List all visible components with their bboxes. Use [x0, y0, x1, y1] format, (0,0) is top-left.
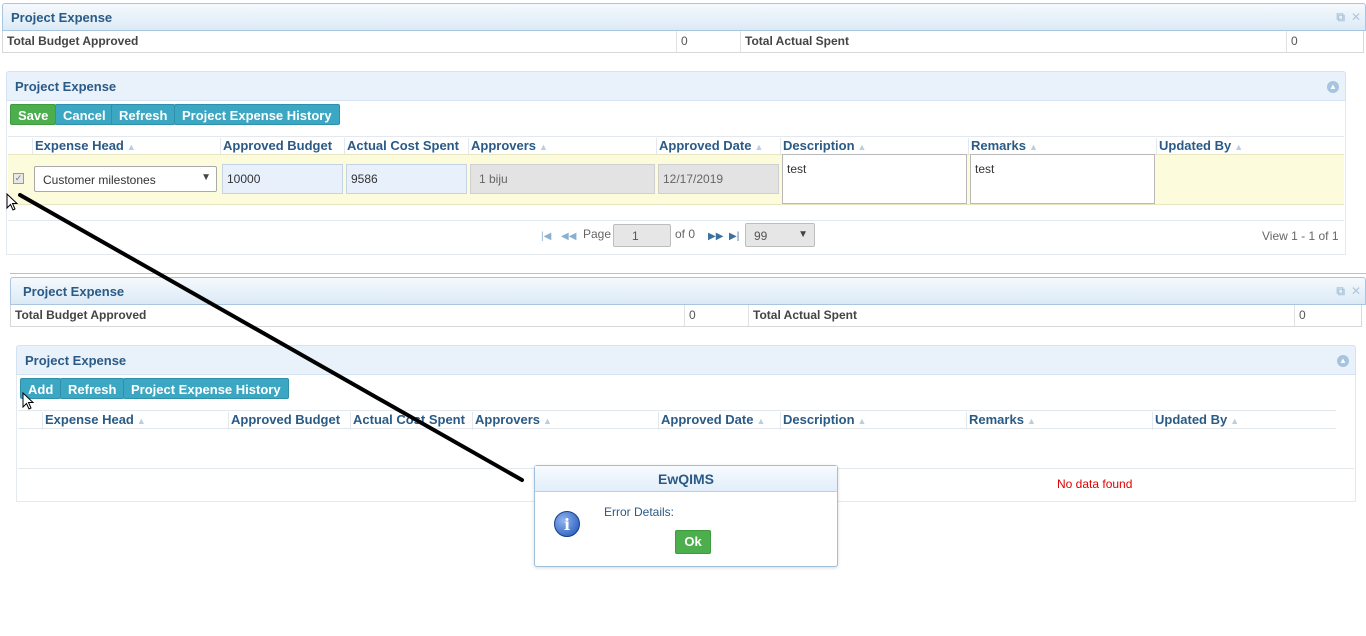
prev-page-icon[interactable]: ◀◀	[561, 231, 576, 242]
list-col-description[interactable]: Description ▲	[780, 412, 966, 430]
save-button[interactable]: Save	[10, 104, 57, 125]
updated-by-cell	[1158, 160, 1338, 180]
first-page-icon[interactable]: |◀	[541, 231, 551, 242]
divider	[10, 273, 1366, 274]
list-col-approved-date[interactable]: Approved Date ▲	[658, 412, 780, 430]
list-col-approvers[interactable]: Approvers ▲	[472, 412, 658, 430]
list-col-remarks[interactable]: Remarks ▲	[966, 412, 1152, 430]
edit-panel-header: Project Expense ▲	[6, 71, 1346, 101]
info-icon: i	[554, 511, 580, 537]
list-col-expense-head[interactable]: Expense Head ▲	[42, 412, 228, 430]
page-of-label: of 0	[675, 227, 696, 241]
error-dialog: EwQIMS i Error Details: Ok	[534, 465, 838, 567]
second-panel-header: Project Expense ⧉ ✕	[10, 277, 1366, 305]
list-col-approved-budget[interactable]: Approved Budget	[228, 412, 350, 430]
page-number-input[interactable]: 1	[613, 224, 671, 247]
list-history-button[interactable]: Project Expense History	[123, 378, 289, 399]
second-panel-title: Project Expense	[23, 284, 125, 299]
actual-cost-input[interactable]: 9586	[346, 164, 467, 194]
restore-icon[interactable]: ⧉	[1336, 284, 1345, 298]
list-panel-header: Project Expense ▲	[16, 345, 1356, 375]
total-budget-value: 0	[676, 31, 740, 52]
next-page-icon[interactable]: ▶▶	[708, 231, 723, 242]
second-panel-icons: ⧉ ✕	[1330, 284, 1361, 299]
list-refresh-button[interactable]: Refresh	[60, 378, 125, 399]
description-textarea[interactable]: test	[782, 154, 967, 204]
total-spent-label: Total Actual Spent	[740, 31, 1286, 52]
cursor-icon	[6, 193, 19, 211]
total-budget-label: Total Budget Approved	[7, 34, 139, 48]
restore-icon[interactable]: ⧉	[1336, 10, 1345, 24]
remarks-textarea[interactable]: test	[970, 154, 1155, 204]
dialog-title: EwQIMS	[535, 466, 837, 492]
list-panel-title: Project Expense	[25, 353, 127, 368]
list-col-actual-cost[interactable]: Actual Cost Spent	[350, 412, 472, 430]
chevron-down-icon: ▼	[798, 229, 808, 240]
second-total-spent-value: 0	[1294, 305, 1358, 326]
dialog-message: Error Details:	[604, 505, 675, 519]
page-size-select[interactable]: 99 ▼	[745, 223, 815, 247]
collapse-icon[interactable]: ▲	[1327, 81, 1339, 93]
approvers-input: 1 biju	[470, 164, 655, 194]
view-count: View 1 - 1 of 1	[1262, 229, 1339, 243]
cancel-button[interactable]: Cancel	[55, 104, 114, 125]
second-total-budget-label: Total Budget Approved	[15, 308, 147, 322]
page-label: Page	[583, 227, 612, 241]
collapse-icon[interactable]: ▲	[1337, 355, 1349, 367]
cursor-icon	[22, 392, 35, 410]
top-panel-icons: ⧉ ✕	[1330, 10, 1361, 25]
edit-panel-title: Project Expense	[15, 79, 117, 94]
empty-message: No data found	[1057, 477, 1133, 491]
top-totals-row: Total Budget Approved 0 Total Actual Spe…	[2, 31, 1364, 53]
expense-head-select[interactable]: Customer milestones ▼	[34, 166, 217, 192]
chevron-down-icon: ▼	[201, 172, 211, 183]
approved-date-input: 12/17/2019	[658, 164, 779, 194]
history-button[interactable]: Project Expense History	[174, 104, 340, 125]
ok-button[interactable]: Ok	[675, 530, 711, 554]
second-totals-row: Total Budget Approved 0 Total Actual Spe…	[10, 305, 1362, 327]
refresh-button[interactable]: Refresh	[111, 104, 176, 125]
row-checkbox[interactable]: ✓	[13, 173, 24, 184]
top-panel-title: Project Expense	[11, 10, 113, 25]
approved-budget-input[interactable]: 10000	[222, 164, 343, 194]
second-total-budget-value: 0	[684, 305, 748, 326]
close-icon[interactable]: ✕	[1351, 284, 1361, 298]
total-spent-value: 0	[1286, 31, 1350, 52]
close-icon[interactable]: ✕	[1351, 10, 1361, 24]
top-panel-header: Project Expense ⧉ ✕	[2, 3, 1366, 31]
last-page-icon[interactable]: ▶|	[729, 231, 739, 242]
list-col-updated-by[interactable]: Updated By ▲	[1152, 412, 1336, 430]
second-total-spent-label: Total Actual Spent	[748, 305, 1294, 326]
